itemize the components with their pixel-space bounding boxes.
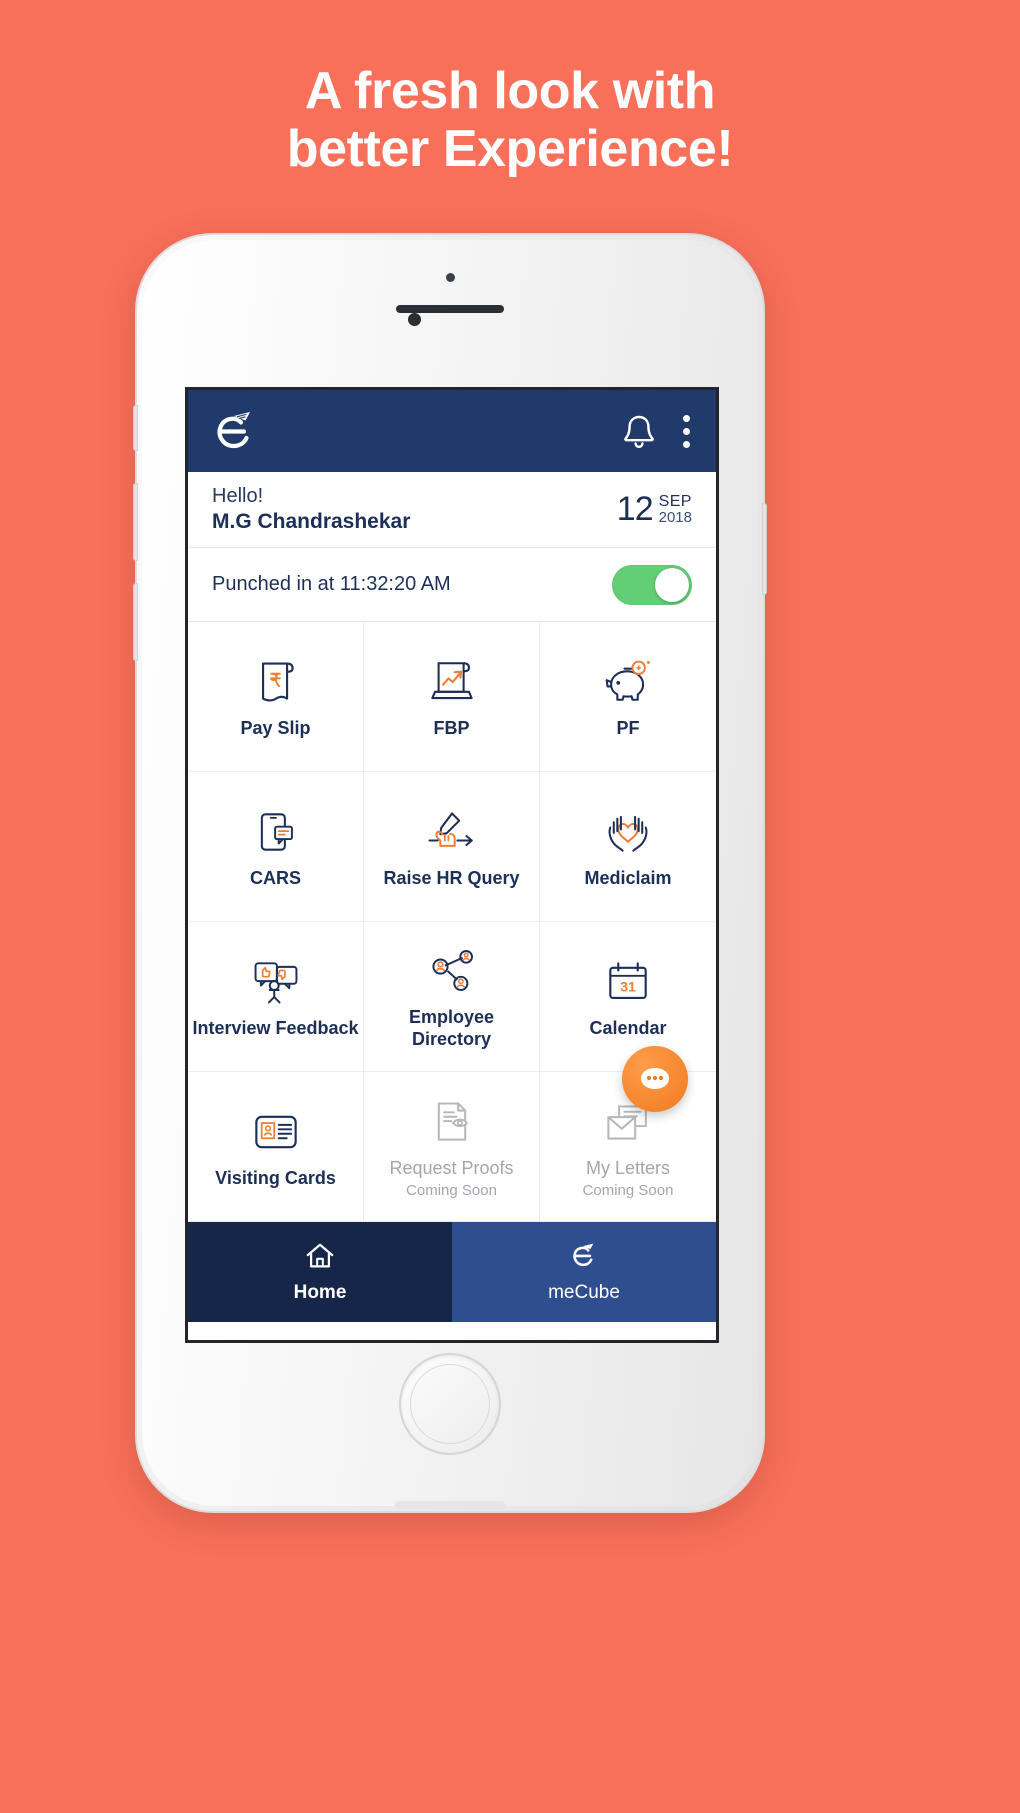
mecube-logo-icon	[567, 1240, 601, 1276]
tile-label: Raise HR Query	[383, 867, 520, 888]
promo-screenshot: A fresh look with better Experience! Hel…	[0, 0, 1020, 1813]
kebab-menu-icon[interactable]	[682, 413, 690, 449]
silent-switch	[133, 405, 138, 451]
tile-label: CARS	[249, 867, 301, 888]
date-month-year: SEP 2018	[659, 493, 692, 526]
home-button[interactable]	[399, 1353, 501, 1455]
mediclaim-hands-heart-icon	[603, 804, 653, 860]
toggle-knob	[655, 567, 689, 602]
home-icon	[304, 1241, 336, 1276]
power-button	[762, 503, 767, 595]
proximity-sensor	[446, 273, 455, 282]
date-day: 12	[616, 490, 654, 528]
fbp-chart-laptop-icon	[427, 654, 477, 710]
greeting-user-name: M.G Chandrashekar	[212, 509, 411, 533]
kebab-dot	[682, 440, 690, 448]
bell-icon[interactable]	[622, 413, 656, 449]
tile-label: Visiting Cards	[215, 1167, 336, 1188]
greeting-text-group: Hello! M.G Chandrashekar	[212, 484, 617, 535]
tile-label: Employee Directory	[408, 1006, 495, 1049]
calendar-31-icon: 31	[604, 954, 652, 1010]
chat-support-icon[interactable]	[622, 1046, 688, 1112]
tile-employee-directory[interactable]: Employee Directory	[364, 922, 540, 1072]
bottom-speaker-grille	[395, 1501, 505, 1509]
nav-item-home[interactable]: Home	[188, 1222, 452, 1322]
greeting-salutation: Hello!	[212, 484, 264, 507]
request-proofs-document-eye-icon	[430, 1094, 474, 1150]
greeting-row: Hello! M.G Chandrashekar 12 SEP 2018	[188, 472, 716, 548]
interview-feedback-thumbs-icon	[250, 954, 302, 1010]
tile-label: Mediclaim	[584, 867, 672, 888]
volume-down-button	[133, 583, 138, 661]
tile-label: Calendar	[589, 1017, 667, 1038]
nav-item-mecube[interactable]: meCube	[452, 1222, 716, 1322]
payslip-rupee-document-icon	[252, 654, 300, 710]
phone-device-frame: Hello! M.G Chandrashekar 12 SEP 2018 Pun…	[133, 233, 767, 1513]
hr-query-hand-pen-icon	[425, 804, 479, 860]
tile-interview-feedback[interactable]: Interview Feedback	[188, 922, 364, 1072]
app-header-bar	[188, 390, 716, 472]
tile-sublabel: Coming Soon	[406, 1181, 497, 1199]
calendar-day-number: 31	[620, 978, 636, 994]
nav-label: meCube	[548, 1282, 620, 1303]
tile-cars[interactable]: CARS	[188, 772, 364, 922]
phone-screen: Hello! M.G Chandrashekar 12 SEP 2018 Pun…	[185, 387, 719, 1343]
bottom-navigation: Home meCube	[188, 1222, 716, 1322]
tile-request-proofs[interactable]: Request Proofs Coming Soon	[364, 1072, 540, 1222]
date-year: 2018	[658, 509, 692, 527]
tile-fbp[interactable]: FBP	[364, 622, 540, 772]
tile-mediclaim[interactable]: Mediclaim	[540, 772, 716, 922]
visiting-cards-id-icon	[251, 1104, 301, 1160]
tile-label: My Letters	[585, 1158, 671, 1179]
volume-up-button	[133, 483, 138, 561]
tile-calendar[interactable]: 31 Calendar	[540, 922, 716, 1072]
date-month: SEP	[658, 492, 692, 510]
headline-line-2: better Experience!	[286, 120, 734, 179]
tile-label: Interview Feedback	[192, 1017, 359, 1038]
punch-toggle[interactable]	[612, 564, 692, 605]
mecube-logo-icon[interactable]	[210, 405, 262, 457]
tile-label: PF	[616, 717, 640, 738]
tile-label: Pay Slip	[240, 717, 311, 738]
promo-headline: A fresh look with better Experience!	[0, 62, 1020, 178]
headline-line-1: A fresh look with	[304, 62, 716, 120]
tile-label: Request Proofs	[389, 1158, 514, 1179]
cars-mobile-icon	[253, 804, 299, 860]
earpiece-speaker	[396, 305, 504, 313]
kebab-dot	[682, 414, 690, 422]
pf-piggy-bank-icon	[602, 654, 654, 710]
kebab-dot	[682, 427, 690, 435]
tile-raise-hr-query[interactable]: Raise HR Query	[364, 772, 540, 922]
tile-sublabel: Coming Soon	[582, 1181, 674, 1199]
tile-visiting-cards[interactable]: Visiting Cards	[188, 1072, 364, 1222]
current-date: 12 SEP 2018	[617, 490, 692, 529]
app-tile-grid: Pay Slip FBP PF CARS Raise HR Query Medi…	[188, 622, 716, 1222]
employee-directory-network-icon	[427, 943, 477, 999]
front-camera	[408, 313, 421, 326]
tile-pay-slip[interactable]: Pay Slip	[188, 622, 364, 772]
nav-label: Home	[293, 1281, 347, 1303]
tile-pf[interactable]: PF	[540, 622, 716, 772]
attendance-row: Punched in at 11:32:20 AM	[188, 548, 716, 622]
punch-status-text: Punched in at 11:32:20 AM	[212, 573, 451, 595]
tile-label: FBP	[433, 717, 470, 738]
